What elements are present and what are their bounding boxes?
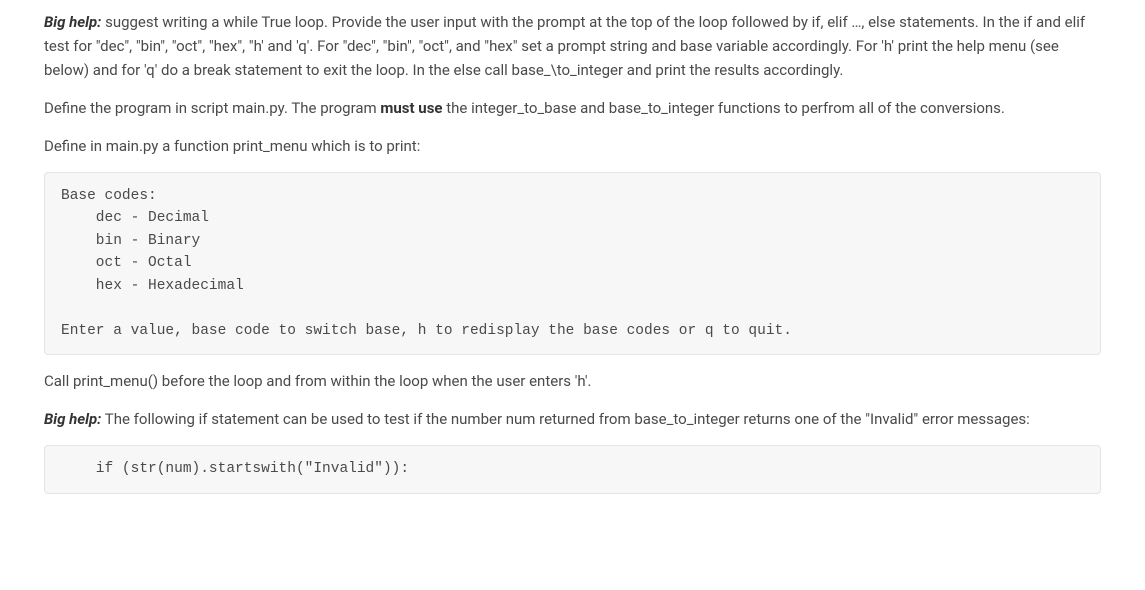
code-block-if-statement: if (str(num).startswith("Invalid")): [44, 445, 1101, 493]
define-program-bold: must use [380, 99, 442, 117]
big-help-text-1: suggest writing a while True loop. Provi… [44, 13, 1085, 79]
big-help-text-2: The following if statement can be used t… [101, 410, 1029, 428]
big-help-label-2: Big help: [44, 410, 101, 428]
define-program-pre: Define the program in script main.py. Th… [44, 99, 380, 117]
paragraph-big-help-2: Big help: The following if statement can… [44, 407, 1101, 431]
paragraph-define-program: Define the program in script main.py. Th… [44, 96, 1101, 120]
paragraph-define-printmenu: Define in main.py a function print_menu … [44, 134, 1101, 158]
big-help-label-1: Big help: [44, 13, 101, 31]
paragraph-big-help-1: Big help: suggest writing a while True l… [44, 10, 1101, 82]
define-program-post: the integer_to_base and base_to_integer … [443, 99, 1005, 117]
code-block-base-codes: Base codes: dec - Decimal bin - Binary o… [44, 172, 1101, 355]
paragraph-call-printmenu: Call print_menu() before the loop and fr… [44, 369, 1101, 393]
